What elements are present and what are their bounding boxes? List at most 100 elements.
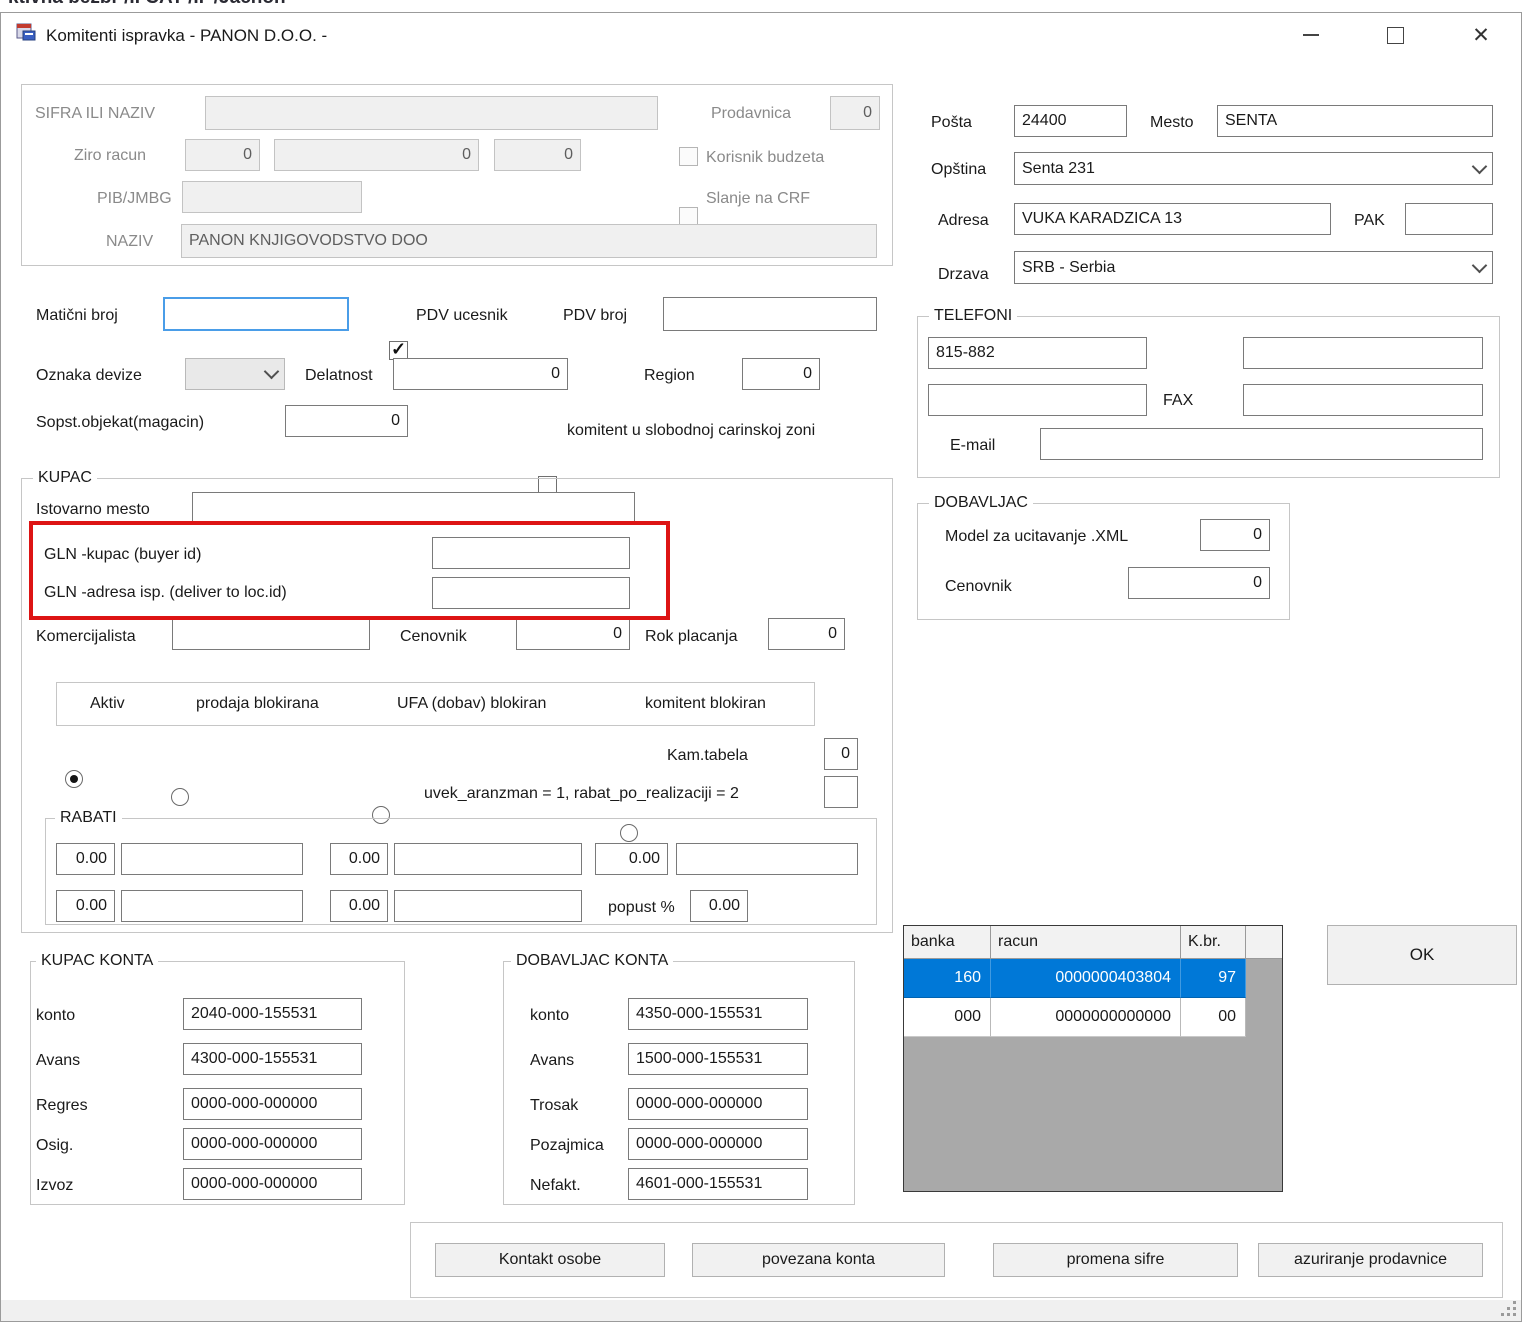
rabati-group-title: RABATI — [55, 808, 122, 827]
dob-pozajmica-input[interactable]: 0000-000-000000 — [628, 1128, 808, 1160]
popust-label: popust % — [608, 898, 675, 917]
column-header-kbr[interactable]: K.br. — [1181, 926, 1246, 958]
model-xml-input[interactable]: 0 — [1200, 519, 1270, 551]
phone2-input[interactable] — [1243, 337, 1483, 369]
adresa-label: Adresa — [938, 211, 989, 230]
phone1-input[interactable]: 815-882 — [928, 337, 1147, 369]
table-row[interactable]: 000 0000000000000 00 — [904, 998, 1246, 1037]
rok-placanja-input[interactable]: 0 — [768, 618, 845, 650]
ziro-racun-input-2[interactable]: 0 — [274, 139, 479, 171]
email-label: E-mail — [950, 436, 995, 455]
adresa-input[interactable]: VUKA KARADZICA 13 — [1014, 203, 1331, 235]
komercijalista-input[interactable] — [172, 618, 370, 650]
kupac-izvoz-input[interactable]: 0000-000-000000 — [183, 1168, 362, 1200]
kupac-regres-input[interactable]: 0000-000-000000 — [183, 1088, 362, 1120]
prodavnica-label: Prodavnica — [711, 104, 791, 123]
opstina-select[interactable]: Senta 231 — [1014, 152, 1493, 185]
fax-input[interactable] — [1243, 384, 1483, 416]
gln-adresa-input[interactable] — [432, 577, 630, 609]
pak-input[interactable] — [1405, 203, 1493, 235]
rabat-5-name-input[interactable] — [394, 890, 582, 922]
sifra-input[interactable] — [205, 96, 658, 130]
drzava-value: SRB - Serbia — [1022, 259, 1115, 277]
sopst-objekat-label: Sopst.objekat(magacin) — [36, 413, 204, 432]
radio-aktiv[interactable] — [65, 770, 83, 788]
email-input[interactable] — [1040, 428, 1483, 460]
dob-konto-input[interactable]: 4350-000-155531 — [628, 998, 808, 1030]
kupac-avans-input[interactable]: 4300-000-155531 — [183, 1043, 362, 1075]
cell-racun[interactable]: 0000000403804 — [991, 959, 1181, 998]
rabat-4-input[interactable]: 0.00 — [56, 890, 115, 922]
cell-racun[interactable]: 0000000000000 — [991, 998, 1181, 1037]
rabat-1-name-input[interactable] — [121, 843, 303, 875]
cell-banka[interactable]: 160 — [904, 959, 991, 998]
rabat-5-input[interactable]: 0.00 — [330, 890, 388, 922]
column-header-racun[interactable]: racun — [991, 926, 1181, 958]
maximize-button[interactable] — [1372, 16, 1418, 54]
kontakt-osobe-button[interactable]: Kontakt osobe — [435, 1243, 665, 1277]
delatnost-input[interactable]: 0 — [393, 358, 568, 390]
mesto-input[interactable]: SENTA — [1217, 105, 1493, 137]
komercijalista-label: Komercijalista — [36, 627, 136, 646]
rabat-2-input[interactable]: 0.00 — [330, 843, 388, 875]
table-row-selected[interactable]: 160 0000000403804 97 — [904, 959, 1246, 998]
oznaka-devize-select[interactable] — [185, 358, 285, 390]
ziro-racun-input-3[interactable]: 0 — [494, 139, 581, 171]
kupac-konto-input[interactable]: 2040-000-155531 — [183, 998, 362, 1030]
cenovnik-input[interactable]: 0 — [516, 618, 630, 650]
close-button[interactable]: ✕ — [1458, 16, 1504, 54]
kupac-izvoz-label: Izvoz — [36, 1176, 73, 1195]
cell-kbr[interactable]: 00 — [1181, 998, 1246, 1037]
korisnik-budzeta-checkbox[interactable] — [679, 147, 698, 166]
povezana-konta-button[interactable]: povezana konta — [692, 1243, 945, 1277]
rabat-2-name-input[interactable] — [394, 843, 582, 875]
rabat-1-input[interactable]: 0.00 — [56, 843, 115, 875]
ok-button[interactable]: OK — [1327, 925, 1517, 985]
ziro-racun-input-1[interactable]: 0 — [185, 139, 260, 171]
rabat-4-name-input[interactable] — [121, 890, 303, 922]
maticni-broj-input[interactable] — [163, 297, 349, 331]
popust-input[interactable]: 0.00 — [690, 890, 748, 922]
dob-avans-input[interactable]: 1500-000-155531 — [628, 1043, 808, 1075]
kam-tabela-input[interactable]: 0 — [824, 738, 858, 770]
radio-prodaja-blokirana[interactable] — [171, 788, 189, 806]
sopst-objekat-input[interactable]: 0 — [285, 405, 408, 437]
rok-placanja-label: Rok placanja — [645, 627, 738, 646]
promena-sifre-button[interactable]: promena sifre — [993, 1243, 1238, 1277]
kam-tabela-label: Kam.tabela — [667, 746, 748, 765]
column-header-banka[interactable]: banka — [904, 926, 991, 958]
radio-aktiv-label: Aktiv — [90, 694, 125, 713]
posta-input[interactable]: 24400 — [1014, 105, 1127, 137]
rabat-3-input[interactable]: 0.00 — [595, 843, 668, 875]
cell-banka[interactable]: 000 — [904, 998, 991, 1037]
mesto-label: Mesto — [1150, 113, 1194, 132]
pdv-broj-input[interactable] — [663, 297, 877, 331]
maximize-icon — [1387, 27, 1404, 44]
pdv-broj-label: PDV broj — [563, 306, 627, 325]
komitenti-window: ktivna bezbr /II CAY'/II' /Jacnon Komite… — [0, 0, 1523, 1323]
prodavnica-input[interactable]: 0 — [830, 96, 880, 130]
dobavljac-cenovnik-input[interactable]: 0 — [1128, 567, 1270, 599]
gln-kupac-input[interactable] — [432, 537, 630, 569]
pak-label: PAK — [1354, 211, 1385, 230]
kupac-osig-input[interactable]: 0000-000-000000 — [183, 1128, 362, 1160]
istovarno-mesto-input[interactable] — [192, 492, 635, 524]
resize-grip[interactable] — [1500, 1300, 1518, 1318]
azuriranje-prodavnice-button[interactable]: azuriranje prodavnice — [1258, 1243, 1483, 1277]
close-icon: ✕ — [1472, 25, 1490, 46]
dob-nefakt-input[interactable]: 4601-000-155531 — [628, 1168, 808, 1200]
phone3-input[interactable] — [928, 384, 1147, 416]
region-label: Region — [644, 366, 695, 385]
naziv-input[interactable]: PANON KNJIGOVODSTVO DOO — [181, 224, 877, 258]
aranzman-input[interactable] — [824, 776, 858, 808]
cell-kbr[interactable]: 97 — [1181, 959, 1246, 998]
telefoni-group-title: TELEFONI — [929, 306, 1017, 325]
rabat-3-name-input[interactable] — [676, 843, 858, 875]
drzava-select[interactable]: SRB - Serbia — [1014, 251, 1493, 284]
pib-input[interactable] — [182, 181, 362, 213]
region-input[interactable]: 0 — [742, 358, 820, 390]
minimize-button[interactable] — [1288, 16, 1334, 54]
istovarno-mesto-label: Istovarno mesto — [36, 500, 150, 519]
kupac-osig-label: Osig. — [36, 1136, 73, 1155]
dob-trosak-input[interactable]: 0000-000-000000 — [628, 1088, 808, 1120]
